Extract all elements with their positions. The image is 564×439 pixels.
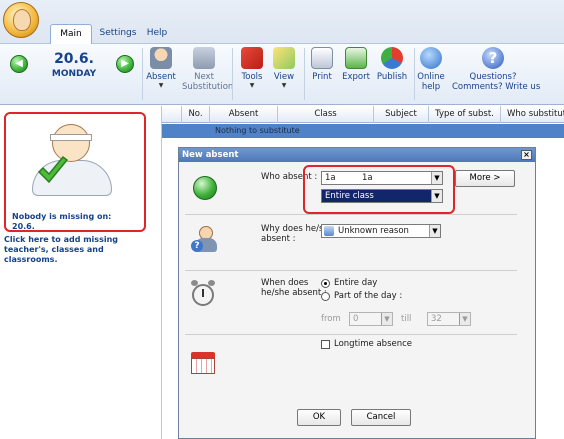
alarm-clock-icon xyxy=(191,280,215,306)
section-divider xyxy=(185,214,517,215)
arrow-right-icon: ▶ xyxy=(121,58,129,69)
ribbon-separator xyxy=(142,48,143,100)
column-header-subject[interactable]: Subject xyxy=(374,106,429,123)
next-day-button[interactable]: ▶ xyxy=(116,55,134,73)
print-button[interactable]: Print xyxy=(308,47,336,102)
from-label: from xyxy=(321,314,341,324)
ribbon-separator xyxy=(232,48,233,100)
close-button[interactable]: × xyxy=(521,150,532,160)
missing-summary-text: Nobody is missing on: 20.6. xyxy=(12,212,142,232)
dropdown-arrow-icon[interactable]: ▼ xyxy=(429,225,440,237)
entire-day-radio[interactable] xyxy=(321,279,330,288)
substitution-icon xyxy=(193,47,215,69)
dialog-title: New absent xyxy=(182,150,239,160)
dropdown-caret-icon: ▼ xyxy=(249,82,255,89)
teacher-question-icon: ? xyxy=(191,226,219,254)
globe-help-icon xyxy=(420,47,442,69)
column-header-absent[interactable]: Absent xyxy=(210,106,278,123)
bandage-illustration xyxy=(50,134,92,141)
till-period-value: 32 xyxy=(431,314,442,324)
reason-combo-value: Unknown reason xyxy=(338,226,409,236)
add-missing-link[interactable]: Click here to add missing teacher's, cla… xyxy=(4,235,154,265)
print-icon xyxy=(311,47,333,69)
section-divider xyxy=(185,270,517,271)
tab-settings[interactable]: Settings xyxy=(96,24,140,44)
dropdown-arrow-icon[interactable]: ▼ xyxy=(381,313,392,325)
dropdown-caret-icon: ▼ xyxy=(281,82,287,89)
more-button[interactable]: More > xyxy=(455,170,515,187)
green-status-icon xyxy=(193,176,217,200)
dropdown-caret-icon: ▼ xyxy=(158,82,164,89)
cancel-button[interactable]: Cancel xyxy=(351,409,411,426)
class-selection-highlight xyxy=(303,165,455,214)
app-menu-button[interactable] xyxy=(3,2,39,38)
column-header-who-substitutes[interactable]: Who substitutes xyxy=(501,106,564,123)
column-header-type-of-subst[interactable]: Type of subst. xyxy=(429,106,501,123)
teacher-icon xyxy=(150,47,172,69)
current-date: 20.6. xyxy=(54,51,94,67)
close-icon: × xyxy=(523,150,530,159)
ribbon: Main Settings Help ◀ 20.6. MONDAY ▶ Abse… xyxy=(0,0,564,105)
section-divider xyxy=(185,334,517,335)
missing-summary-card: Nobody is missing on: 20.6. xyxy=(4,112,146,232)
tab-main[interactable]: Main xyxy=(50,24,92,45)
column-header-no[interactable]: No. xyxy=(182,106,210,123)
publish-icon xyxy=(381,47,403,69)
absent-button[interactable]: Absent ▼ xyxy=(146,47,176,102)
missing-title: Nobody is missing on: xyxy=(12,212,112,221)
current-weekday: MONDAY xyxy=(51,69,97,79)
longtime-absence-label: Longtime absence xyxy=(334,339,413,349)
left-panel: Nobody is missing on: 20.6. Click here t… xyxy=(0,106,162,439)
export-icon xyxy=(345,47,367,69)
ribbon-separator xyxy=(414,48,415,100)
table-row[interactable]: Nothing to substitute xyxy=(162,124,564,138)
ribbon-tab-bar: Main Settings Help xyxy=(0,0,564,45)
next-substitution-button[interactable]: Next Substitution xyxy=(182,47,233,102)
question-icon: ? xyxy=(482,47,504,69)
till-label: till xyxy=(401,314,412,324)
tools-button[interactable]: Tools ▼ xyxy=(236,47,268,102)
questions-comments-button[interactable]: ? Questions? Comments? Write us xyxy=(452,47,540,102)
dialog-title-bar: New absent × xyxy=(179,148,535,162)
from-period-value: 0 xyxy=(353,314,359,324)
empty-table-message: Nothing to substitute xyxy=(215,126,300,135)
dropdown-arrow-icon[interactable]: ▼ xyxy=(459,313,470,325)
longtime-absence-checkbox[interactable] xyxy=(321,340,330,349)
ribbon-separator xyxy=(304,48,305,100)
missing-date: 20.6. xyxy=(12,222,35,231)
date-navigator: ◀ 20.6. MONDAY ▶ xyxy=(4,47,138,99)
when-absent-label: When does he/she absent : xyxy=(261,278,327,298)
reason-icon xyxy=(324,226,334,236)
entire-day-label: Entire day xyxy=(334,278,378,288)
row-selector-header xyxy=(162,106,182,123)
checkmark-icon xyxy=(37,155,69,184)
publish-button[interactable]: Publish xyxy=(374,47,410,102)
part-of-day-label: Part of the day : xyxy=(334,291,403,301)
view-icon xyxy=(273,47,295,69)
tools-icon xyxy=(241,47,263,69)
tab-help[interactable]: Help xyxy=(142,24,172,44)
part-of-day-radio[interactable] xyxy=(321,292,330,301)
table-header: No. Absent Class Subject Type of subst. … xyxy=(162,106,564,123)
till-period-combo[interactable]: 32 ▼ xyxy=(427,312,471,326)
absence-reason-combo[interactable]: Unknown reason ▼ xyxy=(321,224,441,238)
export-button[interactable]: Export xyxy=(340,47,372,102)
from-period-combo[interactable]: 0 ▼ xyxy=(349,312,393,326)
online-help-button[interactable]: Online help xyxy=(416,47,446,102)
calendar-icon xyxy=(191,352,215,374)
arrow-left-icon: ◀ xyxy=(15,58,23,69)
view-button[interactable]: View ▼ xyxy=(270,47,298,102)
ok-button[interactable]: OK xyxy=(297,409,341,426)
column-header-class[interactable]: Class xyxy=(278,106,374,123)
app-logo-icon xyxy=(13,9,31,31)
previous-day-button[interactable]: ◀ xyxy=(10,55,28,73)
